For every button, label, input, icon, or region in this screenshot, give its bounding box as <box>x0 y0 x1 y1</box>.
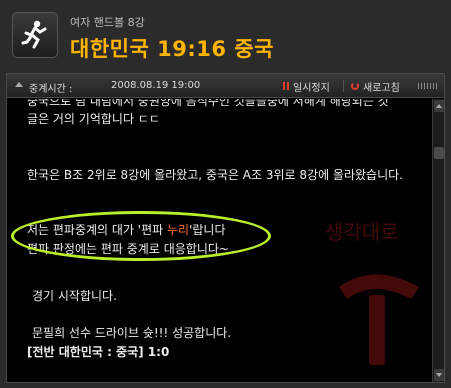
grip-icon <box>418 83 438 89</box>
pause-button[interactable]: 일시정지 <box>283 79 330 94</box>
triangle-icon <box>15 82 23 87</box>
vertical-scrollbar[interactable] <box>432 99 444 382</box>
relay-toolbar: 중계시간 : 2008.08.19 19:00 일시정지 새로고침 <box>7 74 444 98</box>
watermark-text: 생각대로 <box>325 220 399 244</box>
scroll-down-arrow-icon[interactable] <box>434 369 444 381</box>
header: 여자 핸드볼 8강 대한민국 19:16 중국 <box>0 0 451 70</box>
commentary-line: 중국으로 팀 내림에서 중원양에 음적수인 것들을중에 저해계 해당되는 것 <box>27 99 389 108</box>
commentary-line: 문필희 선수 드라이브 슛!!! 성공합니다. <box>32 326 232 340</box>
annotation-oval <box>11 211 271 261</box>
pause-icon <box>283 82 289 90</box>
score-update-line: [전반 대한민국 : 중국] 1:0 <box>27 345 170 359</box>
refresh-button[interactable]: 새로고침 <box>351 79 400 94</box>
commentary-panel: 중계시간 : 2008.08.19 19:00 일시정지 새로고침 생각대로 중… <box>6 73 445 383</box>
refresh-icon <box>351 82 359 90</box>
handball-player-icon <box>12 12 58 58</box>
commentary-line: 한국은 B조 2위로 8강에 올라왔고, 중국은 A조 3위로 8강에 올라왔습… <box>27 168 403 182</box>
commentary-content: 생각대로 중국으로 팀 내림에서 중원양에 음적수인 것들을중에 저해계 해당되… <box>7 99 431 382</box>
toolbar-divider <box>343 80 344 92</box>
refresh-label: 새로고침 <box>363 82 400 94</box>
t-logo-watermark: 생각대로 <box>325 220 419 365</box>
scroll-up-arrow-icon[interactable] <box>434 100 444 112</box>
relay-time-label: 중계시간 : <box>29 84 73 95</box>
commentary-line: 글은 거의 기억합니다 ㄷㄷ <box>27 112 160 126</box>
pause-label: 일시정지 <box>293 82 330 94</box>
commentary-line: 경기 시작합니다. <box>32 289 117 303</box>
scroll-thumb[interactable] <box>434 147 444 159</box>
relay-time-value: 2008.08.19 19:00 <box>111 80 201 91</box>
match-score-title: 대한민국 19:16 중국 <box>70 37 274 61</box>
event-subtitle: 여자 핸드볼 8강 <box>70 16 145 29</box>
